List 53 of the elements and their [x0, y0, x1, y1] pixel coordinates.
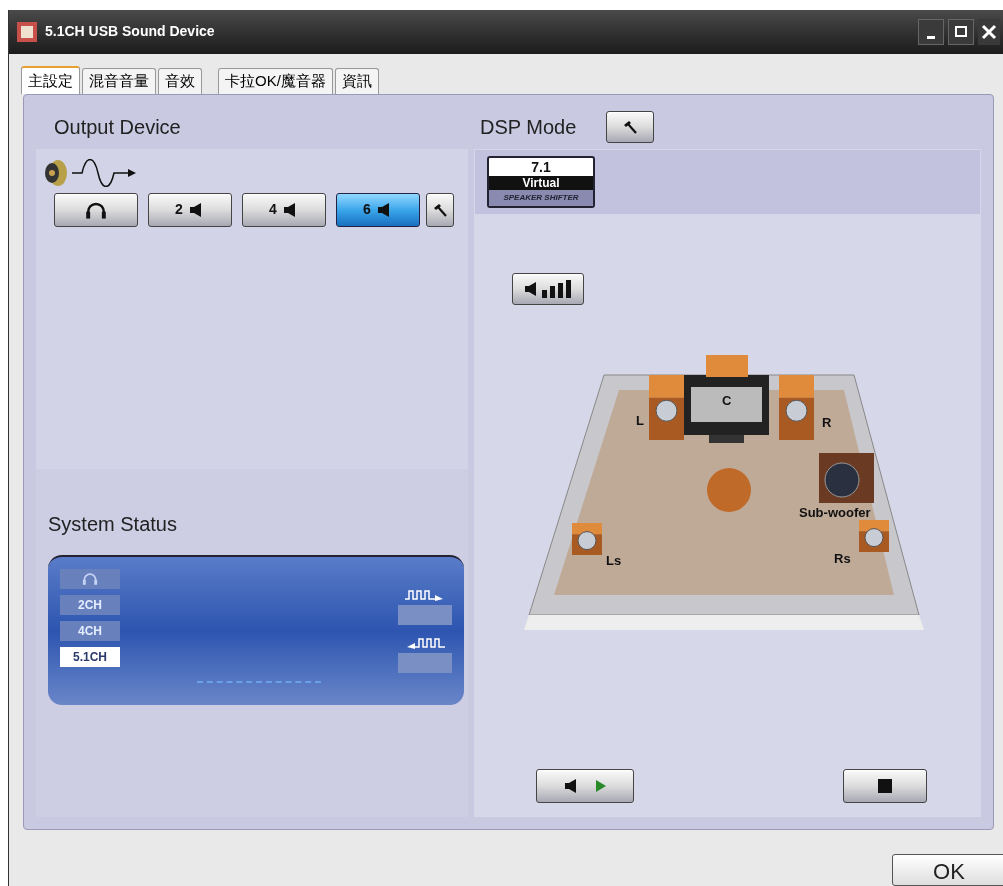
section-title: System Status	[48, 511, 178, 537]
input-signal-icon	[405, 636, 445, 649]
virtual-speaker-button[interactable]: 7.1 Virtual SPEAKER SHIFTER	[487, 155, 595, 208]
window-title: 5.1CH USB Sound Device	[45, 22, 215, 42]
channel-mode-button[interactable]: 6	[336, 192, 420, 227]
volume-button[interactable]	[512, 272, 584, 305]
channel-indicator: 5.1CH	[60, 646, 120, 667]
speaker-drawing	[779, 374, 814, 440]
channel-indicator: 4CH	[60, 620, 120, 641]
section-title: DSP Mode	[480, 114, 577, 140]
hammer-icon	[622, 118, 639, 135]
speaker-label: Ls	[606, 552, 622, 568]
headphone-icon	[82, 572, 98, 586]
app-icon	[17, 21, 37, 42]
settings-button[interactable]	[426, 192, 454, 227]
speaker-cone-icon	[42, 158, 68, 187]
stop-button[interactable]	[843, 769, 927, 803]
speaker-label: R	[822, 414, 832, 430]
speaker-label: Rs	[834, 550, 851, 566]
wave-arrow-icon	[72, 158, 138, 187]
channel-mode-button[interactable]: 2	[148, 192, 232, 227]
section-title: Output Device	[54, 114, 181, 140]
close-button[interactable]	[978, 18, 1000, 45]
headphone-icon	[85, 201, 107, 219]
close-icon	[981, 23, 997, 40]
tab[interactable]: 資訊	[334, 67, 379, 94]
play-icon	[596, 780, 606, 792]
listener-drawing	[707, 467, 751, 512]
hammer-icon	[432, 201, 448, 218]
channel-indicator: 2CH	[60, 594, 120, 615]
tab[interactable]: 主設定	[21, 65, 80, 94]
speaker-label: C	[722, 392, 732, 408]
maximize-button[interactable]	[948, 18, 974, 45]
settings-button[interactable]	[606, 110, 655, 143]
channel-mode-button[interactable]: 4	[242, 192, 326, 227]
tab[interactable]: 混音音量	[82, 67, 156, 94]
speaker-drawing	[859, 519, 889, 552]
signal-bars-icon	[542, 279, 572, 298]
output-readout	[398, 604, 452, 625]
channel-mode-button[interactable]	[54, 192, 138, 227]
speaker-drawing	[572, 522, 602, 555]
speaker-label: Sub-woofer	[799, 504, 871, 520]
tab[interactable]: 音效	[158, 67, 202, 94]
output-signal-icon	[405, 588, 445, 601]
ok-button[interactable]: OK	[892, 854, 1003, 886]
tab[interactable]: 卡拉OK/魔音器	[218, 67, 333, 94]
stop-icon	[878, 779, 892, 793]
minimize-button[interactable]	[918, 18, 944, 45]
input-readout	[398, 652, 452, 673]
subwoofer-drawing	[819, 452, 874, 503]
speaker-drawing	[649, 374, 684, 440]
play-test-button[interactable]	[536, 769, 634, 803]
speaker-label: L	[636, 412, 644, 428]
